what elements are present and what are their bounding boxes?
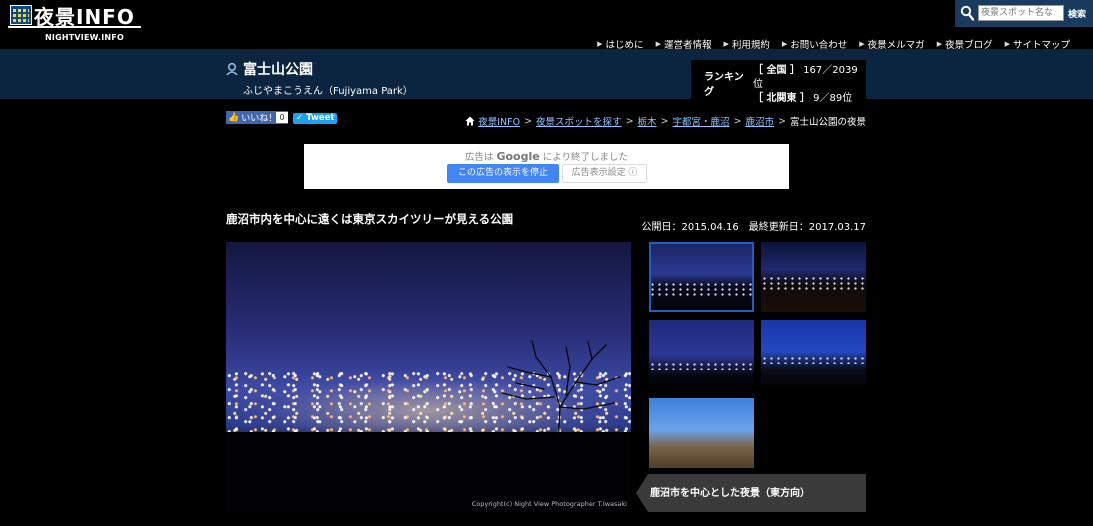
search-box: 検索 [955,0,1093,27]
tweet-button[interactable]: ✓ Tweet [293,113,337,124]
arrow-right-icon: ▶ [723,40,729,48]
breadcrumb-link-area[interactable]: 宇都宮・鹿沼 [673,114,730,128]
breadcrumb-link-home[interactable]: 夜景INFO [478,114,520,128]
twitter-bird-icon: ✓ [296,113,304,123]
page-title-reading: ふじやまこうえん（Fujiyama Park） [243,86,413,97]
like-label: いいね！ [241,114,278,124]
publish-dates: 公開日：2015.04.16 最終更新日：2017.03.17 [641,222,866,233]
thumbs-up-icon: 👍 [228,112,240,123]
breadcrumb: 夜景INFO > 夜景スポットを探す > 栃木 > 宇都宮・鹿沼 > 鹿沼市 >… [465,114,866,128]
home-icon [465,116,475,126]
breadcrumb-link-search[interactable]: 夜景スポットを探す [536,114,622,128]
logo-box: 夜景INFO [8,4,141,29]
ranking-label: ランキング [704,72,744,98]
ad-settings-button[interactable]: 広告表示設定 ⓘ [562,164,647,183]
search-icon [960,5,974,21]
spot-catchphrase: 鹿沼市内を中心に遠くは東京スカイツリーが見える公園 [226,212,514,226]
site-logo[interactable]: 夜景INFO NIGHTVIEW.INFO [8,4,141,44]
photo-tree-silhouette [501,340,621,447]
arrow-right-icon: ▶ [597,40,603,48]
thumbnail-lights [649,362,754,370]
breadcrumb-separator: > [660,115,669,127]
tweet-label: Tweet [306,113,335,123]
thumbnail-1[interactable] [649,242,754,312]
breadcrumb-link-city[interactable]: 鹿沼市 [746,114,775,128]
ranking-row-national: ［ 全国 ］ 167／2039位 [753,64,866,92]
site-header: 夜景INFO NIGHTVIEW.INFO 検索 ▶はじめに ▶運営者情報 ▶利… [0,0,1093,51]
location-pin-icon [226,62,238,76]
photo-caption: 鹿沼市を中心とした夜景（東方向） [650,488,810,499]
ranking-row-region: ［ 北関東 ］ 9／89位 [753,92,852,106]
arrow-right-icon: ▶ [936,40,943,48]
search-button[interactable]: 検索 [1068,7,1086,20]
ad-closed-message: 広告は Google により終了しました [304,149,789,163]
search-input[interactable] [978,5,1064,21]
breadcrumb-separator: > [778,115,786,127]
breadcrumb-separator: > [524,115,533,127]
like-count: 0 [276,112,288,123]
logo-subtitle: NIGHTVIEW.INFO [45,33,124,42]
thumbnail-4[interactable] [761,320,866,390]
stop-ad-button[interactable]: この広告の表示を停止 [447,164,559,183]
thumbnail-lights [761,276,866,290]
building-icon [10,5,32,25]
photo-credit: Copyright(c) Night View Photographer T.I… [471,500,627,508]
ranking-row-value: 9／89位 [813,93,853,104]
ad-closed-suffix: により終了しました [542,152,629,163]
arrow-right-icon: ▶ [859,40,865,48]
ad-closed-panel: 広告は Google により終了しました この広告の表示を停止 広告表示設定 ⓘ [304,144,789,189]
arrow-right-icon: ▶ [655,40,661,48]
ranking-box: ランキング ［ 全国 ］ 167／2039位 ［ 北関東 ］ 9／89位 [691,60,866,112]
thumbnail-lights [649,282,754,296]
logo-title: 夜景INFO [34,4,135,29]
thumbnail-lights [761,356,866,364]
page-title: 富士山公園 [243,62,313,78]
breadcrumb-separator: > [625,115,634,127]
thumbnail-5[interactable] [649,398,754,468]
google-logo: Google [496,150,540,163]
caption-arrow [636,474,648,512]
title-band [0,49,1093,99]
main-photo[interactable]: Copyright(c) Night View Photographer T.I… [226,242,631,512]
breadcrumb-link-prefecture[interactable]: 栃木 [638,114,657,128]
ranking-row-name: ［ 全国 ］ [753,65,800,76]
arrow-right-icon: ▶ [781,40,788,48]
thumbnail-3[interactable] [649,320,754,390]
breadcrumb-current: 富士山公園の夜景 [789,117,866,128]
thumbnail-2[interactable] [761,242,866,312]
ranking-row-name: ［ 北関東 ］ [753,93,810,104]
ad-closed-prefix: 広告は [464,152,494,163]
breadcrumb-separator: > [733,115,742,127]
arrow-right-icon: ▶ [1004,40,1010,48]
